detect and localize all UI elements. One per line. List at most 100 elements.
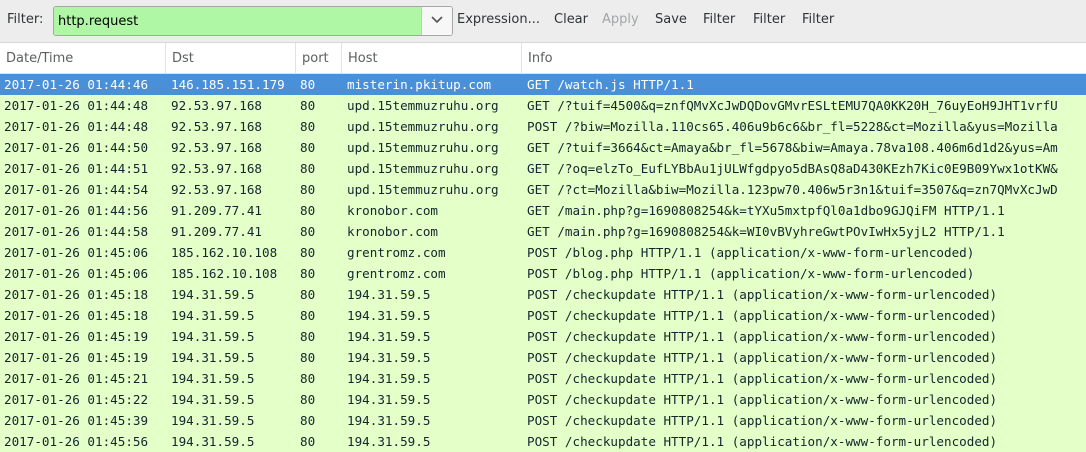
table-row[interactable]: 2017-01-26 01:45:19 194.31.59.5 80 194.31.5… [0, 326, 1086, 347]
save-button[interactable]: Save [655, 12, 687, 27]
dst-cell: 92.53.97.168 [171, 119, 262, 134]
column-header-host[interactable]: Host [342, 43, 522, 73]
table-row[interactable]: 2017-01-26 01:45:21 194.31.59.5 80 194.31.5… [0, 368, 1086, 389]
host-cell: 194.31.59.5 [347, 392, 431, 407]
info-cell: GET /?oq=elzTo_EufLYBbAu1jULWfgdpyo5dBAs… [527, 161, 1058, 176]
packet-list: 2017-01-26 01:44:46 146.185.151.179 80 mist… [0, 74, 1086, 452]
host-cell: 194.31.59.5 [347, 371, 431, 386]
host-cell: grentromz.com [347, 245, 446, 260]
table-row[interactable]: 2017-01-26 01:44:58 91.209.77.41 80 kronobo… [0, 221, 1086, 242]
datetime-cell: 2017-01-26 01:44:46 [4, 77, 149, 92]
host-cell: upd.15temmuzruhu.org [347, 140, 499, 155]
apply-button[interactable]: Apply [602, 12, 639, 27]
info-cell: GET /watch.js HTTP/1.1 [527, 77, 694, 92]
packet-list-header: Date/Time Dst port Host Info [0, 43, 1086, 74]
table-row[interactable]: 2017-01-26 01:44:48 92.53.97.168 80 upd.15t… [0, 116, 1086, 137]
dst-cell: 92.53.97.168 [171, 182, 262, 197]
dst-cell: 146.185.151.179 [171, 77, 285, 92]
host-cell: upd.15temmuzruhu.org [347, 98, 499, 113]
port-cell: 80 [300, 161, 316, 176]
port-cell: 80 [300, 266, 316, 281]
info-cell: POST /checkupdate HTTP/1.1 (application/… [527, 329, 998, 344]
port-cell: 80 [300, 224, 316, 239]
table-row[interactable]: 2017-01-26 01:45:56 194.31.59.5 80 194.31.5… [0, 431, 1086, 452]
info-cell: GET /main.php?g=1690808254&k=WI0vBVyhreG… [527, 224, 1005, 239]
datetime-cell: 2017-01-26 01:44:51 [4, 161, 149, 176]
datetime-cell: 2017-01-26 01:45:06 [4, 245, 149, 260]
filter-button-2[interactable]: Filter [753, 12, 785, 27]
table-row[interactable]: 2017-01-26 01:44:51 92.53.97.168 80 upd.15t… [0, 158, 1086, 179]
table-row[interactable]: 2017-01-26 01:45:06 185.162.10.108 80 grent… [0, 242, 1086, 263]
datetime-cell: 2017-01-26 01:45:06 [4, 266, 149, 281]
port-cell: 80 [300, 371, 316, 386]
host-cell: misterin.pkitup.com [347, 77, 492, 92]
dst-cell: 194.31.59.5 [171, 413, 255, 428]
table-row[interactable]: 2017-01-26 01:44:48 92.53.97.168 80 upd.15t… [0, 95, 1086, 116]
datetime-cell: 2017-01-26 01:45:22 [4, 392, 149, 407]
table-row[interactable]: 2017-01-26 01:45:22 194.31.59.5 80 194.31.5… [0, 389, 1086, 410]
datetime-cell: 2017-01-26 01:44:50 [4, 140, 149, 155]
info-cell: POST /checkupdate HTTP/1.1 (application/… [527, 392, 998, 407]
table-row[interactable]: 2017-01-26 01:45:18 194.31.59.5 80 194.31.5… [0, 305, 1086, 326]
info-cell: GET /?tuif=4500&q=znfQMvXcJwDQDovGMvrESL… [527, 98, 1058, 113]
host-cell: kronobor.com [347, 224, 438, 239]
table-row[interactable]: 2017-01-26 01:45:18 194.31.59.5 80 194.31.5… [0, 284, 1086, 305]
datetime-cell: 2017-01-26 01:45:18 [4, 287, 149, 302]
filter-button-3[interactable]: Filter [802, 12, 834, 27]
host-cell: kronobor.com [347, 203, 438, 218]
host-cell: 194.31.59.5 [347, 350, 431, 365]
port-cell: 80 [300, 203, 316, 218]
table-row-selected[interactable]: 2017-01-26 01:44:46 146.185.151.179 80 mist… [0, 74, 1086, 95]
table-row[interactable]: 2017-01-26 01:44:54 92.53.97.168 80 upd.15t… [0, 179, 1086, 200]
filter-combo[interactable] [53, 6, 453, 36]
info-cell: POST /blog.php HTTP/1.1 (application/x-w… [527, 245, 975, 260]
filter-button-1[interactable]: Filter [703, 12, 735, 27]
filter-label: Filter: [7, 12, 44, 27]
port-cell: 80 [300, 308, 316, 323]
port-cell: 80 [300, 413, 316, 428]
table-row[interactable]: 2017-01-26 01:45:06 185.162.10.108 80 grent… [0, 263, 1086, 284]
port-cell: 80 [300, 287, 316, 302]
info-cell: POST /checkupdate HTTP/1.1 (application/… [527, 413, 998, 428]
host-cell: upd.15temmuzruhu.org [347, 182, 499, 197]
filter-dropdown-button[interactable] [421, 7, 452, 35]
info-cell: POST /checkupdate HTTP/1.1 (application/… [527, 434, 998, 449]
dst-cell: 91.209.77.41 [171, 224, 262, 239]
info-cell: POST /checkupdate HTTP/1.1 (application/… [527, 287, 998, 302]
chevron-down-icon [431, 16, 443, 24]
port-cell: 80 [300, 140, 316, 155]
host-cell: upd.15temmuzruhu.org [347, 119, 499, 134]
port-cell: 80 [300, 98, 316, 113]
datetime-cell: 2017-01-26 01:44:54 [4, 182, 149, 197]
dst-cell: 194.31.59.5 [171, 392, 255, 407]
filter-toolbar: Filter: Expression... Clear Apply Save F… [0, 0, 1086, 43]
column-header-dst[interactable]: Dst [166, 43, 296, 73]
clear-button[interactable]: Clear [554, 12, 588, 27]
display-filter-input[interactable] [54, 7, 421, 35]
dst-cell: 92.53.97.168 [171, 140, 262, 155]
column-header-info[interactable]: Info [522, 43, 1086, 73]
column-header-datetime[interactable]: Date/Time [0, 43, 166, 73]
table-row[interactable]: 2017-01-26 01:45:19 194.31.59.5 80 194.31.5… [0, 347, 1086, 368]
column-header-port[interactable]: port [296, 43, 342, 73]
datetime-cell: 2017-01-26 01:44:48 [4, 119, 149, 134]
dst-cell: 194.31.59.5 [171, 308, 255, 323]
table-row[interactable]: 2017-01-26 01:44:56 91.209.77.41 80 kronobo… [0, 200, 1086, 221]
host-cell: grentromz.com [347, 266, 446, 281]
datetime-cell: 2017-01-26 01:45:39 [4, 413, 149, 428]
info-cell: GET /main.php?g=1690808254&k=tYXu5mxtpfQ… [527, 203, 1005, 218]
host-cell: 194.31.59.5 [347, 413, 431, 428]
info-cell: POST /checkupdate HTTP/1.1 (application/… [527, 308, 998, 323]
port-cell: 80 [300, 182, 316, 197]
dst-cell: 194.31.59.5 [171, 287, 255, 302]
datetime-cell: 2017-01-26 01:44:58 [4, 224, 149, 239]
port-cell: 80 [300, 119, 316, 134]
dst-cell: 194.31.59.5 [171, 371, 255, 386]
info-cell: GET /?tuif=3664&ct=Amaya&br_fl=5678&biw=… [527, 140, 1058, 155]
table-row[interactable]: 2017-01-26 01:45:39 194.31.59.5 80 194.31.5… [0, 410, 1086, 431]
datetime-cell: 2017-01-26 01:44:48 [4, 98, 149, 113]
expression-button[interactable]: Expression... [457, 12, 540, 27]
datetime-cell: 2017-01-26 01:45:21 [4, 371, 149, 386]
table-row[interactable]: 2017-01-26 01:44:50 92.53.97.168 80 upd.15t… [0, 137, 1086, 158]
info-cell: POST /blog.php HTTP/1.1 (application/x-w… [527, 266, 975, 281]
